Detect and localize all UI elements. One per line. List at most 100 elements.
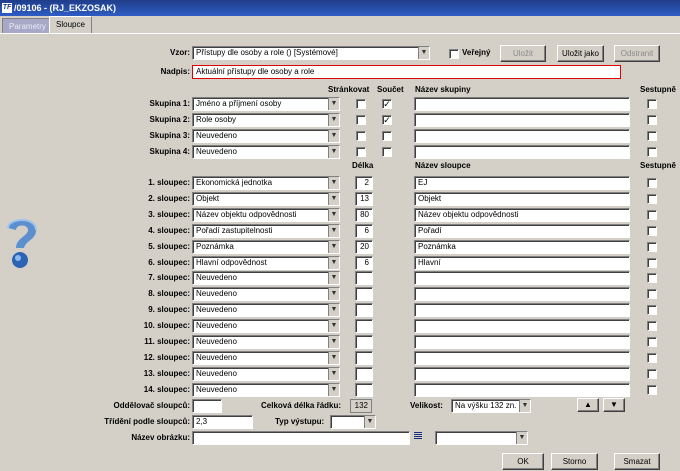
column-length-input[interactable]: 6 [355, 224, 373, 238]
column-name-input[interactable] [414, 303, 630, 317]
chevron-down-icon[interactable]: ▼ [328, 225, 339, 237]
column-select[interactable]: Název objektu odpovědnosti ▼ [192, 208, 340, 222]
column-name-input[interactable]: Hlavní [414, 256, 630, 270]
group-sestupne-checkbox[interactable] [647, 131, 657, 141]
strankovat-checkbox[interactable] [356, 99, 366, 109]
column-length-input[interactable] [355, 351, 373, 365]
column-select[interactable]: Neuvedeno ▼ [192, 335, 340, 349]
tab-sloupce[interactable]: Sloupce [49, 16, 92, 34]
column-sestupne-checkbox[interactable] [647, 353, 657, 363]
column-select[interactable]: Neuvedeno ▼ [192, 351, 340, 365]
strankovat-checkbox[interactable] [356, 131, 366, 141]
tab-parametry[interactable]: Parametry [2, 18, 53, 34]
group-select[interactable]: Role osoby ▼ [192, 113, 340, 127]
soucet-checkbox[interactable] [382, 131, 392, 141]
ulozit-jako-button[interactable]: Uložit jako [557, 45, 604, 62]
column-length-input[interactable] [355, 367, 373, 381]
column-sestupne-checkbox[interactable] [647, 337, 657, 347]
group-sestupne-checkbox[interactable] [647, 147, 657, 157]
column-sestupne-checkbox[interactable] [647, 258, 657, 268]
column-sestupne-checkbox[interactable] [647, 385, 657, 395]
column-length-input[interactable]: 2 [355, 176, 373, 190]
chevron-down-icon[interactable]: ▼ [328, 336, 339, 348]
column-length-input[interactable]: 13 [355, 192, 373, 206]
chevron-down-icon[interactable]: ▼ [328, 304, 339, 316]
column-sestupne-checkbox[interactable] [647, 210, 657, 220]
group-name-input[interactable] [414, 97, 630, 111]
chevron-down-icon[interactable]: ▼ [328, 209, 339, 221]
chevron-down-icon[interactable]: ▼ [418, 47, 429, 59]
column-name-input[interactable] [414, 383, 630, 397]
column-select[interactable]: Pořadí zastupitelnosti ▼ [192, 224, 340, 238]
column-length-input[interactable] [355, 271, 373, 285]
strankovat-checkbox[interactable] [356, 115, 366, 125]
column-sestupne-checkbox[interactable] [647, 273, 657, 283]
column-select[interactable]: Ekonomická jednotka ▼ [192, 176, 340, 190]
chevron-down-icon[interactable]: ▼ [328, 352, 339, 364]
column-name-input[interactable]: Poznámka [414, 240, 630, 254]
column-name-input[interactable] [414, 351, 630, 365]
chevron-down-icon[interactable]: ▼ [328, 114, 339, 126]
smazat-button[interactable]: Smazat [614, 453, 660, 470]
column-length-input[interactable] [355, 287, 373, 301]
column-sestupne-checkbox[interactable] [647, 321, 657, 331]
chevron-down-icon[interactable]: ▼ [328, 146, 339, 158]
velikost-select[interactable]: Na výšku 132 zn. ▼ [451, 399, 531, 413]
column-select[interactable]: Hlavní odpovědnost ▼ [192, 256, 340, 270]
verejny-checkbox[interactable] [449, 49, 459, 59]
chevron-down-icon[interactable]: ▼ [328, 98, 339, 110]
ulozit-button[interactable]: Uložit [500, 45, 546, 62]
oddelovac-input[interactable] [192, 399, 222, 413]
group-name-input[interactable] [414, 129, 630, 143]
group-select[interactable]: Neuvedeno ▼ [192, 129, 340, 143]
group-select[interactable]: Jméno a příjmení osoby ▼ [192, 97, 340, 111]
chevron-down-icon[interactable]: ▼ [328, 193, 339, 205]
vzor-select[interactable]: Přístupy dle osoby a role () [Systémové]… [192, 46, 430, 60]
column-name-input[interactable] [414, 335, 630, 349]
column-select[interactable]: Objekt ▼ [192, 192, 340, 206]
column-length-input[interactable] [355, 335, 373, 349]
storno-button[interactable]: Storno [551, 453, 598, 470]
column-sestupne-checkbox[interactable] [647, 369, 657, 379]
column-sestupne-checkbox[interactable] [647, 226, 657, 236]
soucet-checkbox[interactable]: ✓ [382, 115, 392, 125]
column-select[interactable]: Neuvedeno ▼ [192, 271, 340, 285]
column-length-input[interactable] [355, 303, 373, 317]
ok-button[interactable]: OK [502, 453, 544, 470]
column-select[interactable]: Neuvedeno ▼ [192, 303, 340, 317]
nadpis-input[interactable]: Aktuální přístupy dle osoby a role [192, 65, 621, 79]
chevron-down-icon[interactable]: ▼ [328, 130, 339, 142]
soucet-checkbox[interactable] [382, 147, 392, 157]
move-up-button[interactable]: ▲ [577, 398, 599, 412]
column-length-input[interactable] [355, 383, 373, 397]
chevron-down-icon[interactable]: ▼ [328, 177, 339, 189]
help-question-icon[interactable] [2, 214, 42, 274]
obrazek-select[interactable]: ▼ [435, 431, 528, 445]
column-name-input[interactable] [414, 271, 630, 285]
group-name-input[interactable] [414, 145, 630, 159]
move-down-button[interactable]: ▼ [603, 398, 625, 412]
chevron-down-icon[interactable]: ▼ [516, 432, 527, 444]
chevron-down-icon[interactable]: ▼ [328, 320, 339, 332]
group-sestupne-checkbox[interactable] [647, 115, 657, 125]
column-select[interactable]: Neuvedeno ▼ [192, 367, 340, 381]
column-select[interactable]: Poznámka ▼ [192, 240, 340, 254]
column-name-input[interactable] [414, 287, 630, 301]
column-name-input[interactable] [414, 319, 630, 333]
column-length-input[interactable]: 6 [355, 256, 373, 270]
chevron-down-icon[interactable]: ▼ [519, 400, 530, 412]
trideni-input[interactable]: 2,3 [192, 415, 253, 429]
column-sestupne-checkbox[interactable] [647, 289, 657, 299]
column-select[interactable]: Neuvedeno ▼ [192, 319, 340, 333]
column-select[interactable]: Neuvedeno ▼ [192, 287, 340, 301]
column-sestupne-checkbox[interactable] [647, 178, 657, 188]
chevron-down-icon[interactable]: ▼ [328, 257, 339, 269]
chevron-down-icon[interactable]: ▼ [328, 272, 339, 284]
soucet-checkbox[interactable]: ✓ [382, 99, 392, 109]
column-name-input[interactable]: Název objektu odpovědnosti [414, 208, 630, 222]
chevron-down-icon[interactable]: ▼ [328, 368, 339, 380]
column-name-input[interactable]: Pořadí [414, 224, 630, 238]
group-select[interactable]: Neuvedeno ▼ [192, 145, 340, 159]
chevron-down-icon[interactable]: ▼ [364, 416, 375, 428]
typ-vystupu-select[interactable]: ▼ [330, 415, 376, 429]
